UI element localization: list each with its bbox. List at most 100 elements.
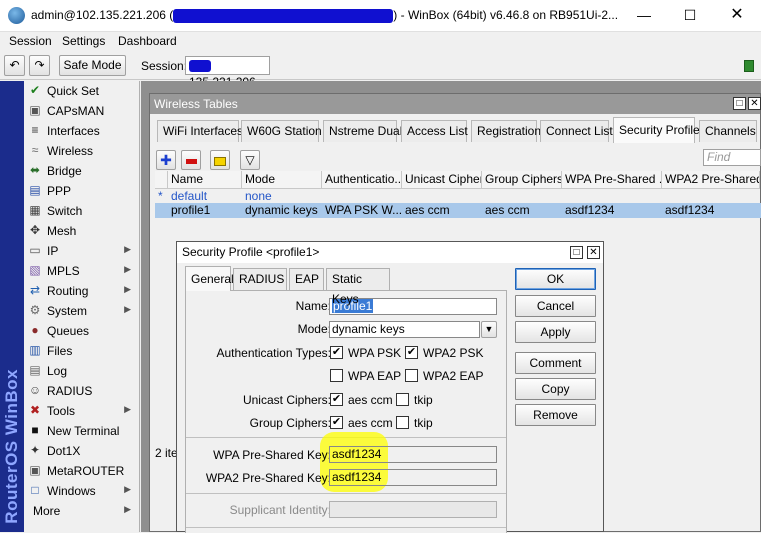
sidebar-item-system[interactable]: ⚙ System ▶ (24, 301, 139, 321)
sidebar-item-label: Routing (47, 284, 89, 298)
mode-select[interactable]: dynamic keys (329, 321, 480, 338)
sidebar-item-bridge[interactable]: ⬌ Bridge (24, 161, 139, 181)
remove-icon[interactable] (181, 150, 201, 170)
restore-icon[interactable]: □ (733, 97, 746, 110)
unicast-tkip-checkbox[interactable] (396, 393, 409, 406)
status-indicator (744, 60, 754, 72)
sidebar-item-files[interactable]: ▥ Files (24, 341, 139, 361)
unicast-aes-checkbox[interactable]: ✔ (330, 393, 343, 406)
sidebar-item-quick-set[interactable]: ✔ Quick Set (24, 81, 139, 101)
close-button[interactable]: ✕ (714, 0, 760, 32)
sidebar-item-label: Bridge (47, 164, 82, 178)
column-header[interactable]: Group Ciphers (482, 171, 562, 189)
sidebar-item-wireless[interactable]: ≈ Wireless (24, 141, 139, 161)
sidebar-item-routing[interactable]: ⇄ Routing ▶ (24, 281, 139, 301)
sidebar-item-interfaces[interactable]: ≡ Interfaces (24, 121, 139, 141)
sidebar-item-label: MPLS (47, 264, 80, 278)
column-header[interactable]: Name (168, 171, 242, 189)
wpa-eap-checkbox[interactable] (330, 369, 343, 382)
column-header[interactable]: Unicast Ciphers (402, 171, 482, 189)
sidebar-item-label: Switch (47, 204, 83, 218)
wpa-key-field[interactable]: asdf1234 (329, 446, 497, 463)
sidebar-item-metarouter[interactable]: ▣ MetaROUTER (24, 461, 139, 481)
group-tkip-checkbox[interactable] (396, 416, 409, 429)
tab-nstreme-dual[interactable]: Nstreme Dual (323, 120, 402, 142)
close-icon[interactable]: ✕ (587, 246, 600, 259)
copy-button[interactable]: Copy (515, 378, 596, 400)
sidebar-item-label: MetaROUTER (47, 464, 125, 478)
sidebar-item-capsman[interactable]: ▣ CAPsMAN (24, 101, 139, 121)
tab-eap[interactable]: EAP (289, 268, 324, 290)
sidebar-item-tools[interactable]: ✖ Tools ▶ (24, 401, 139, 421)
sidebar-item-mesh[interactable]: ✥ Mesh (24, 221, 139, 241)
menu-dashboard[interactable]: Dashboard (118, 34, 177, 48)
tab-radius[interactable]: RADIUS (233, 268, 287, 290)
column-header[interactable]: Mode (242, 171, 322, 189)
chevron-right-icon: ▶ (124, 304, 131, 314)
wpa2-psk-checkbox[interactable]: ✔ (405, 346, 418, 359)
group-ciphers-label: Group Ciphers: (249, 416, 331, 430)
restore-icon[interactable]: □ (570, 246, 583, 259)
tab-connect-list[interactable]: Connect List (540, 120, 613, 142)
tab-access-list[interactable]: Access List (401, 120, 468, 142)
sidebar-item-more[interactable]: More ▶ (24, 501, 139, 521)
switch-icon: ▦ (29, 203, 41, 217)
wpa2-eap-checkbox[interactable] (405, 369, 418, 382)
table-row[interactable]: profile1 dynamic keys WPA PSK W... aes ccm a… (155, 203, 761, 218)
sidebar-item-ppp[interactable]: ▤ PPP (24, 181, 139, 201)
column-header[interactable]: WPA Pre-Shared ... (562, 171, 662, 189)
general-panel: Name: profile1 Mode: dynamic keys ▼ Auth… (185, 290, 507, 533)
wpa2-key-field[interactable]: asdf1234 (329, 469, 497, 486)
cancel-button[interactable]: Cancel (515, 295, 596, 317)
tab-security-profiles[interactable]: Security Profiles (613, 117, 706, 143)
ok-button[interactable]: OK (515, 268, 596, 290)
menu-bar: Session Settings Dashboard (0, 32, 761, 52)
menu-settings[interactable]: Settings (62, 34, 105, 48)
tab-registration[interactable]: Registration (471, 120, 541, 142)
tab-general[interactable]: General (185, 266, 234, 291)
tab-wifi-interfaces[interactable]: WiFi Interfaces (157, 120, 243, 142)
close-icon[interactable]: ✕ (748, 97, 761, 110)
group-tkip-label: tkip (414, 416, 433, 430)
comment-button[interactable]: Comment (515, 352, 596, 374)
filter-icon[interactable]: ▽ (240, 150, 260, 170)
sidebar-item-radius[interactable]: ☺ RADIUS (24, 381, 139, 401)
add-icon[interactable]: ✚ (156, 150, 176, 170)
wireless-tables-title[interactable]: Wireless Tables (150, 94, 760, 114)
dialog-title[interactable]: Security Profile <profile1> (177, 242, 603, 263)
column-header[interactable]: Authenticatio... (322, 171, 402, 189)
sidebar-item-ip[interactable]: ▭ IP ▶ (24, 241, 139, 261)
remove-button[interactable]: Remove (515, 404, 596, 426)
find-input[interactable]: Find (703, 149, 761, 166)
undo-icon[interactable]: ↶ (4, 55, 25, 76)
sidebar-item-new-terminal[interactable]: ■ New Terminal (24, 421, 139, 441)
tab-w60g-station[interactable]: W60G Station (241, 120, 322, 142)
sidebar-item-label: Quick Set (47, 84, 100, 98)
sidebar-item-dot1x[interactable]: ✦ Dot1X (24, 441, 139, 461)
tab-static-keys[interactable]: Static Keys (326, 268, 390, 306)
radius-icon: ☺ (28, 383, 42, 397)
ppp-icon: ▤ (29, 183, 41, 197)
minimize-button[interactable]: — (621, 0, 667, 32)
comment-icon[interactable] (210, 150, 230, 170)
menu-session[interactable]: Session (9, 34, 52, 48)
redacted-text (173, 8, 394, 23)
sidebar-item-mpls[interactable]: ▧ MPLS ▶ (24, 261, 139, 281)
wpa-psk-checkbox[interactable]: ✔ (330, 346, 343, 359)
apply-button[interactable]: Apply (515, 321, 596, 343)
sidebar-item-windows[interactable]: □ Windows ▶ (24, 481, 139, 501)
safe-mode-button[interactable]: Safe Mode (59, 55, 126, 76)
group-aes-checkbox[interactable]: ✔ (330, 416, 343, 429)
tab-channels[interactable]: Channels (699, 120, 757, 142)
column-header[interactable]: WPA2 Pre-Shared (662, 171, 760, 189)
sidebar-item-queues[interactable]: ● Queues (24, 321, 139, 341)
maximize-button[interactable]: ☐ (667, 0, 713, 32)
session-field[interactable]: 135.221.206 (185, 56, 270, 89)
redo-icon[interactable]: ↷ (29, 55, 50, 76)
dropdown-icon[interactable]: ▼ (481, 321, 497, 338)
sidebar-item-log[interactable]: ▤ Log (24, 361, 139, 381)
wpa-key-label: WPA Pre-Shared Key: (213, 448, 331, 462)
terminal-icon: ■ (31, 423, 39, 437)
sidebar-item-switch[interactable]: ▦ Switch (24, 201, 139, 221)
table-row[interactable]: * default none (155, 189, 761, 204)
